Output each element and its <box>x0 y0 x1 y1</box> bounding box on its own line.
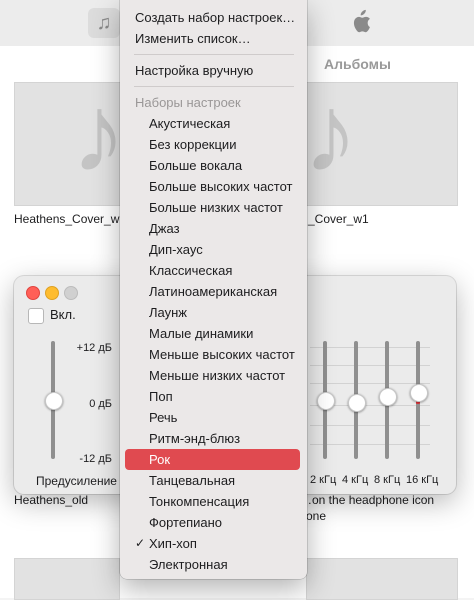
menu-item-preset[interactable]: Фортепиано <box>125 512 300 533</box>
music-note-icon: ♪ <box>71 72 126 195</box>
menu-section-header-label: Наборы настроек <box>135 95 241 110</box>
apple-logo-icon <box>348 8 372 36</box>
eq-gridline <box>310 425 430 426</box>
preamp-slider-knob[interactable] <box>45 392 63 410</box>
zoom-button[interactable] <box>64 286 78 300</box>
menu-item-label: Фортепиано <box>149 515 223 530</box>
menu-item-label: Хип-хоп <box>149 536 197 551</box>
menu-item-label: Дип-хаус <box>149 242 203 257</box>
menu-item-preset[interactable]: Меньше высоких частот <box>125 344 300 365</box>
menu-item-preset[interactable]: Лаунж <box>125 302 300 323</box>
menu-item-preset[interactable]: Речь <box>125 407 300 428</box>
menu-item-label: Классическая <box>149 263 233 278</box>
menu-item-label: Меньше низких частот <box>149 368 286 383</box>
menu-item-preset[interactable]: Классическая <box>125 260 300 281</box>
menu-item-preset[interactable]: Малые динамики <box>125 323 300 344</box>
menu-item-create-preset[interactable]: Создать набор настроек… <box>125 7 300 28</box>
menu-item-manual[interactable]: Настройка вручную <box>125 60 300 81</box>
album-title: Heathens_Cover_w <box>14 212 120 226</box>
db-top-label: +12 дБ <box>76 342 112 354</box>
db-mid-label: 0 дБ <box>89 398 112 410</box>
db-bottom-label: -12 дБ <box>79 453 112 465</box>
menu-item-preset[interactable]: Больше вокала <box>125 155 300 176</box>
menu-item-preset[interactable]: Танцевальная <box>125 470 300 491</box>
menu-item-label: Изменить список… <box>135 31 251 46</box>
music-note-icon: ♪ <box>303 72 358 195</box>
album-title: _Cover_w1 <box>308 212 369 226</box>
menu-item-preset[interactable]: Больше низких частот <box>125 197 300 218</box>
menu-item-preset[interactable]: Больше высоких частот <box>125 176 300 197</box>
checkmark-icon: ✓ <box>135 536 146 550</box>
album-title: …on the headphone icon <box>300 493 435 507</box>
menu-item-label: Латиноамериканская <box>149 284 278 299</box>
menu-item-label: Акустическая <box>149 116 231 131</box>
menu-section-header: Наборы настроек <box>125 92 300 113</box>
menu-item-preset[interactable]: Электронная <box>125 554 300 575</box>
album-title: Heathens_old <box>14 493 89 507</box>
menu-item-label: Поп <box>149 389 173 404</box>
menu-item-preset[interactable]: Рок <box>125 449 300 470</box>
menu-item-label: Малые динамики <box>149 326 254 341</box>
menu-item-edit-list[interactable]: Изменить список… <box>125 28 300 49</box>
menu-item-label: Рок <box>149 452 171 467</box>
menu-item-label: Создать набор настроек… <box>135 10 296 25</box>
band-label-16khz: 16 кГц <box>406 474 439 486</box>
menu-item-preset[interactable]: Акустическая <box>125 113 300 134</box>
menu-item-label: Ритм-энд-блюз <box>149 431 241 446</box>
music-note-button[interactable]: ♫ <box>88 8 120 38</box>
band-slider-knob-8khz[interactable] <box>379 387 397 406</box>
menu-item-label: Электронная <box>149 557 228 572</box>
album-artwork[interactable] <box>14 558 120 600</box>
menu-item-preset[interactable]: Без коррекции <box>125 134 300 155</box>
menu-item-preset[interactable]: Поп <box>125 386 300 407</box>
menu-item-label: Больше вокала <box>149 158 243 173</box>
preset-menu: Создать набор настроек… Изменить список…… <box>120 0 307 579</box>
menu-item-preset[interactable]: Меньше низких частот <box>125 365 300 386</box>
preamp-label: Предусиление <box>36 474 117 488</box>
close-button[interactable] <box>26 286 40 300</box>
menu-item-label: Настройка вручную <box>135 63 254 78</box>
menu-item-label: Речь <box>149 410 178 425</box>
band-slider-knob-4khz[interactable] <box>348 394 366 413</box>
menu-item-preset[interactable]: Джаз <box>125 218 300 239</box>
equalizer-enable-label: Вкл. <box>50 307 76 322</box>
menu-item-label: Больше низких частот <box>149 200 283 215</box>
band-label-2khz: 2 кГц <box>310 474 337 486</box>
menu-item-label: Танцевальная <box>149 473 236 488</box>
band-slider-knob-16khz[interactable] <box>410 383 428 402</box>
menu-item-label: Джаз <box>149 221 180 236</box>
menu-separator <box>134 54 294 55</box>
eq-gridline <box>310 383 430 384</box>
eq-gridline <box>310 365 430 366</box>
minimize-button[interactable] <box>45 286 59 300</box>
menu-item-label: Меньше высоких частот <box>149 347 295 362</box>
music-note-icon: ♫ <box>96 11 112 34</box>
menu-item-preset[interactable]: Дип-хаус <box>125 239 300 260</box>
eq-gridline <box>310 444 430 445</box>
album-artwork[interactable] <box>306 558 458 600</box>
eq-gridline <box>310 347 430 348</box>
menu-item-preset[interactable]: Ритм-энд-блюз <box>125 428 300 449</box>
band-label-8khz: 8 кГц <box>374 474 401 486</box>
menu-separator <box>134 86 294 87</box>
band-label-4khz: 4 кГц <box>342 474 369 486</box>
menu-item-preset[interactable]: ✓ Хип-хоп <box>125 533 300 554</box>
equalizer-enable-checkbox[interactable] <box>28 308 44 324</box>
menu-item-label: Тонкомпенсация <box>149 494 250 509</box>
albums-tab[interactable]: Альбомы <box>324 56 391 72</box>
album-title: one <box>306 509 327 523</box>
menu-item-label: Без коррекции <box>149 137 237 152</box>
menu-item-label: Больше высоких частот <box>149 179 293 194</box>
menu-item-label: Лаунж <box>149 305 187 320</box>
menu-item-preset[interactable]: Тонкомпенсация <box>125 491 300 512</box>
band-slider-knob-2khz[interactable] <box>317 392 335 410</box>
album-artwork[interactable]: ♪ <box>303 72 458 206</box>
menu-item-preset[interactable]: Латиноамериканская <box>125 281 300 302</box>
